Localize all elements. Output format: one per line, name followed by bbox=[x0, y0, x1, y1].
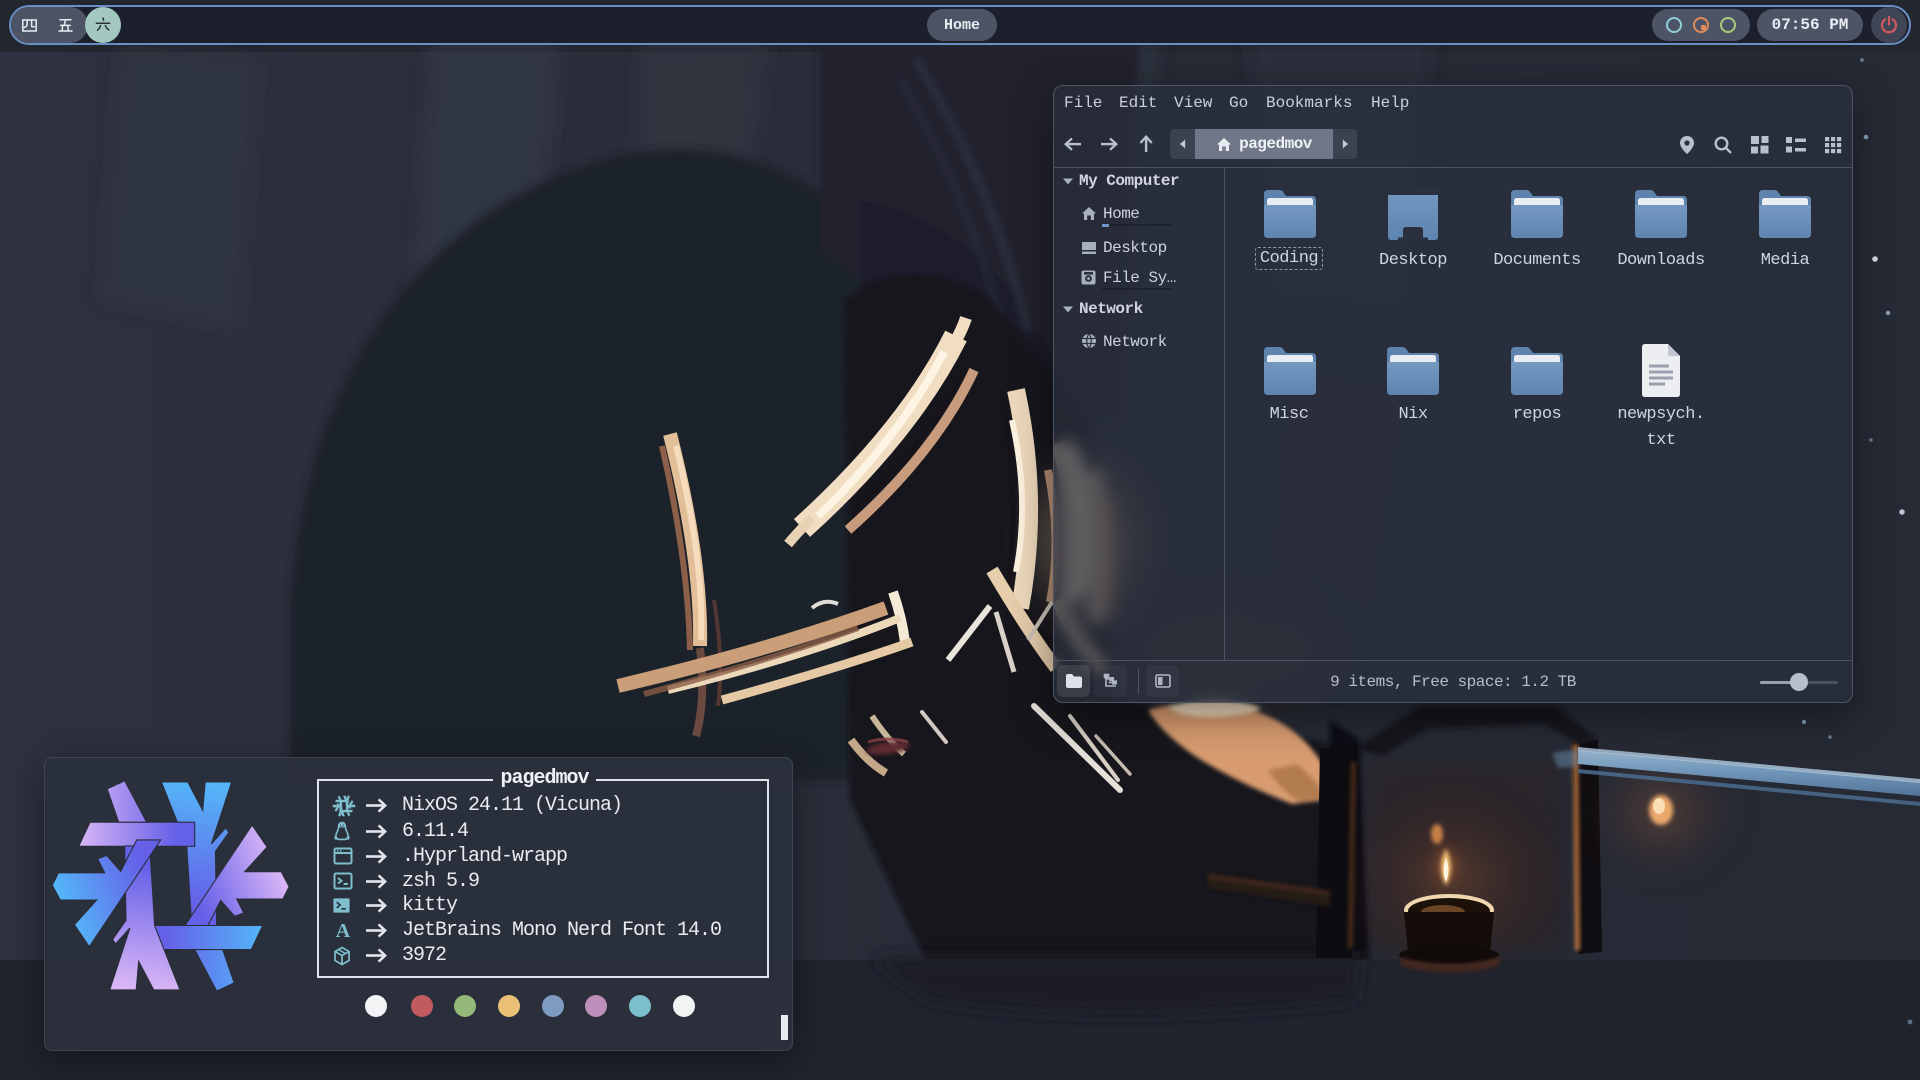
svg-text:A: A bbox=[336, 920, 351, 942]
